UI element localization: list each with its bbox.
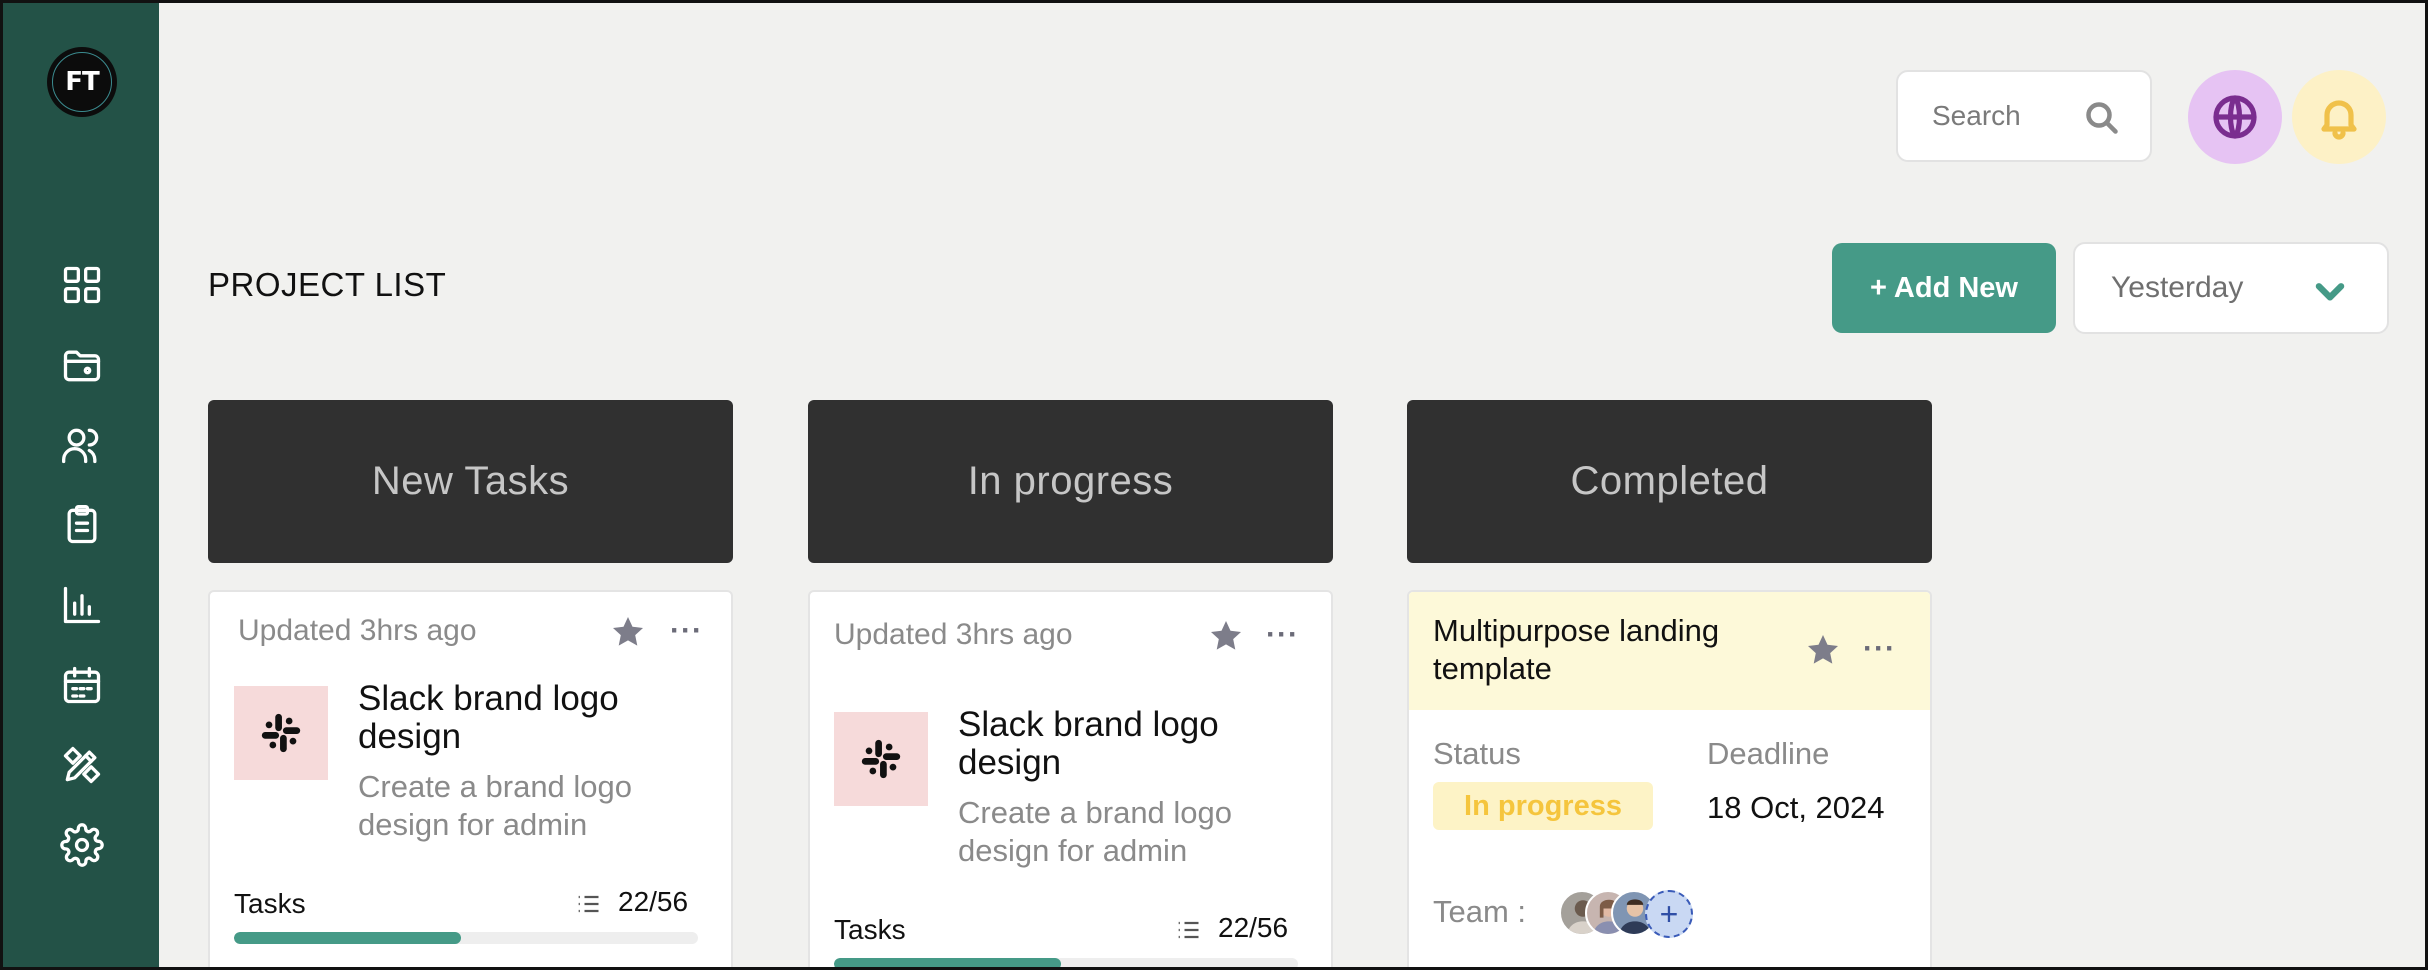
column-title: Completed	[1570, 459, 1769, 503]
nav-dashboard-icon[interactable]	[59, 262, 105, 308]
task-card[interactable]: Updated 3hrs ago ··· Slack brand logo de…	[808, 590, 1333, 970]
tasks-count: 22/56	[618, 886, 689, 917]
app-logo[interactable]: FT	[47, 47, 117, 117]
task-card[interactable]: Updated 3hrs ago ··· Slack brand logo de…	[208, 590, 733, 970]
more-options-icon[interactable]: ···	[1863, 634, 1896, 664]
more-options-icon[interactable]: ···	[1266, 620, 1299, 650]
nav-calendar-icon[interactable]	[59, 662, 105, 708]
slack-icon	[261, 713, 301, 753]
search-icon[interactable]	[2084, 100, 2120, 136]
nav-folder-icon[interactable]	[59, 342, 105, 388]
date-filter-value: Yesterday	[2111, 271, 2244, 304]
language-button[interactable]	[2188, 70, 2282, 164]
notifications-button[interactable]	[2292, 70, 2386, 164]
page-title: PROJECT LIST	[208, 266, 447, 303]
card-title: Slack brand logo design	[958, 705, 1219, 782]
status-badge: In progress	[1433, 782, 1653, 830]
list-icon	[578, 895, 599, 913]
status-label: Status	[1433, 736, 1521, 771]
chevron-down-icon	[2315, 283, 2345, 301]
star-icon[interactable]	[610, 614, 646, 650]
add-new-button[interactable]: + Add New	[1832, 243, 2056, 333]
column-header-new-tasks: New Tasks	[208, 400, 733, 563]
progress-bar	[234, 932, 698, 944]
tasks-count: 22/56	[1218, 912, 1289, 943]
slack-icon	[861, 739, 901, 779]
nav-users-icon[interactable]	[59, 422, 105, 468]
nav-chart-icon[interactable]	[59, 582, 105, 628]
progress-bar	[834, 958, 1298, 970]
star-icon[interactable]	[1805, 632, 1841, 668]
card-description: Create a brand logo design for admin	[358, 769, 633, 842]
completed-card[interactable]: Multipurpose landing template ··· Status…	[1407, 590, 1932, 970]
card-description: Create a brand logo design for admin	[958, 795, 1233, 868]
progress-fill	[834, 958, 1062, 970]
column-header-completed: Completed	[1407, 400, 1932, 563]
nav-design-tools-icon[interactable]	[59, 742, 105, 788]
card-title: Slack brand logo design	[358, 679, 619, 756]
nav-clipboard-icon[interactable]	[59, 502, 105, 548]
card-title: Multipurpose landing template	[1433, 613, 1720, 686]
more-options-icon[interactable]: ···	[670, 616, 703, 646]
deadline-label: Deadline	[1707, 736, 1830, 771]
list-icon	[1178, 921, 1199, 939]
star-icon[interactable]	[1208, 618, 1244, 654]
globe-icon	[2213, 95, 2257, 139]
logo-text: FT	[65, 67, 99, 97]
progress-fill	[234, 932, 462, 944]
nav-settings-gear-icon[interactable]	[59, 822, 105, 868]
add-member-button[interactable]: +	[1645, 890, 1693, 938]
slack-logo-tile	[834, 712, 928, 806]
column-header-in-progress: In progress	[808, 400, 1333, 563]
sidebar: FT	[3, 3, 159, 970]
updated-time: Updated 3hrs ago	[238, 614, 477, 647]
team-label: Team :	[1433, 894, 1527, 929]
tasks-label: Tasks	[234, 888, 306, 919]
column-title: New Tasks	[371, 459, 570, 503]
updated-time: Updated 3hrs ago	[834, 618, 1073, 651]
column-title: In progress	[967, 459, 1174, 503]
deadline-value: 18 Oct, 2024	[1707, 790, 1885, 825]
slack-logo-tile	[234, 686, 328, 780]
bell-icon	[2321, 100, 2357, 140]
search-input[interactable]	[1932, 100, 2082, 132]
tasks-label: Tasks	[834, 914, 906, 945]
date-filter-select[interactable]: Yesterday	[2073, 242, 2389, 334]
search-box[interactable]	[1896, 70, 2152, 162]
